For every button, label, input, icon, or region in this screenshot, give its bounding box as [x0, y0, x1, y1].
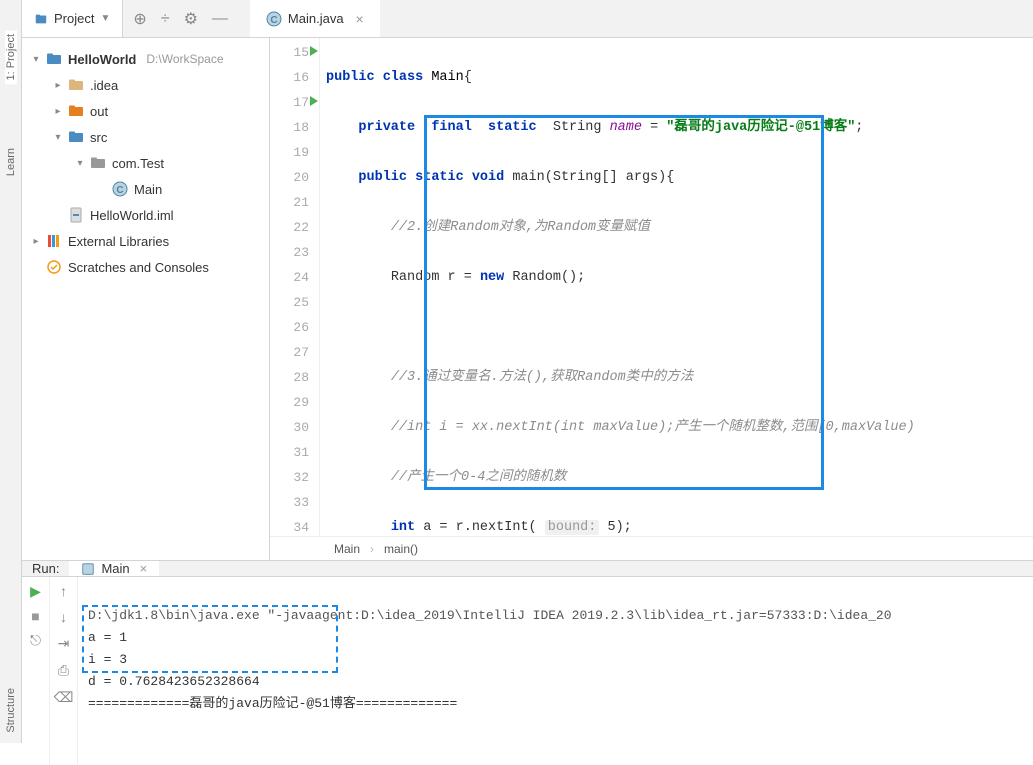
tree-label: .idea	[90, 78, 118, 93]
java-class-icon: C	[266, 11, 282, 27]
console-cmd: D:\jdk1.8\bin\java.exe "-javaagent:D:\id…	[88, 608, 892, 623]
run-label: Run:	[32, 561, 59, 576]
scratch-icon	[46, 259, 62, 275]
breadcrumb: Main › main()	[270, 536, 1033, 560]
project-tree: ▾ HelloWorld D:\WorkSpace ▸ .idea ▸ out …	[22, 38, 270, 560]
package-icon	[90, 155, 106, 171]
gear-icon[interactable]: ⚙	[184, 9, 198, 29]
tree-item-scratches[interactable]: ▸ Scratches and Consoles	[22, 254, 269, 280]
close-icon[interactable]: ×	[140, 561, 148, 576]
console-output[interactable]: D:\jdk1.8\bin\java.exe "-javaagent:D:\id…	[78, 577, 1033, 765]
left-tool-strip: 1: Project Learn	[0, 0, 22, 560]
clear-icon[interactable]: ⌫	[54, 689, 74, 706]
tree-label: out	[90, 104, 108, 119]
svg-text:C: C	[116, 185, 123, 196]
run-gutter-icon[interactable]	[310, 46, 318, 56]
breadcrumb-class[interactable]: Main	[334, 542, 360, 556]
tree-label: HelloWorld.iml	[90, 208, 174, 223]
folder-icon	[68, 129, 84, 145]
exit-icon[interactable]: ⎋	[30, 632, 41, 649]
tree-label: External Libraries	[68, 234, 169, 249]
code-body[interactable]: 15 16 17 18192021 22232425 26272829 3031…	[270, 38, 1033, 536]
editor-tab-label: Main.java	[288, 11, 344, 26]
gutter: 15 16 17 18192021 22232425 26272829 3031…	[270, 38, 320, 536]
chevron-right-icon: ›	[370, 542, 374, 556]
minimize-icon[interactable]: —	[212, 10, 228, 28]
run-tab-label: Main	[101, 561, 129, 576]
folder-icon	[68, 77, 84, 93]
project-panel-header[interactable]: Project ▼	[22, 0, 123, 37]
run-config-icon	[81, 562, 95, 576]
folder-icon	[46, 51, 62, 67]
console-line: d = 0.7628423652328664	[88, 674, 260, 689]
close-icon[interactable]: ×	[356, 11, 364, 27]
up-icon[interactable]: ↑	[60, 583, 67, 599]
tree-label: src	[90, 130, 107, 145]
code-lines[interactable]: public class Main{ private final static …	[320, 38, 1033, 536]
structure-tool-tab[interactable]: Structure	[5, 688, 17, 733]
tree-item-idea[interactable]: ▸ .idea	[22, 72, 269, 98]
tree-item-package[interactable]: ▾ com.Test	[22, 150, 269, 176]
down-icon[interactable]: ↓	[60, 609, 67, 625]
run-tools-primary: ▶ ■ ⎋	[22, 577, 50, 765]
project-icon	[34, 12, 48, 26]
breadcrumb-method[interactable]: main()	[384, 542, 418, 556]
project-tool-tab[interactable]: 1: Project	[5, 30, 17, 84]
run-header: Run: Main ×	[22, 561, 1033, 577]
rerun-icon[interactable]: ▶	[30, 583, 41, 600]
tree-item-out[interactable]: ▸ out	[22, 98, 269, 124]
left-tool-strip-bottom: Structure	[0, 560, 22, 743]
tree-label: Main	[134, 182, 162, 197]
console-line: i = 3	[88, 652, 127, 667]
svg-text:C: C	[270, 15, 277, 26]
tree-label: Scratches and Consoles	[68, 260, 209, 275]
target-icon[interactable]: ⊕	[133, 9, 146, 29]
tree-item-main-class[interactable]: ▸ C Main	[22, 176, 269, 202]
run-tab[interactable]: Main ×	[69, 561, 159, 576]
editor-tab-main[interactable]: C Main.java ×	[250, 0, 380, 37]
tree-label: com.Test	[112, 156, 164, 171]
tree-item-iml[interactable]: ▸ HelloWorld.iml	[22, 202, 269, 228]
dropdown-icon[interactable]: ▼	[100, 13, 110, 24]
print-icon[interactable]: ⎙	[58, 662, 69, 679]
run-gutter-icon[interactable]	[310, 96, 318, 106]
console-line: a = 1	[88, 630, 127, 645]
tree-root[interactable]: ▾ HelloWorld D:\WorkSpace	[22, 46, 269, 72]
tree-item-src[interactable]: ▾ src	[22, 124, 269, 150]
folder-icon	[68, 103, 84, 119]
wrap-icon[interactable]: ⇥	[58, 635, 70, 652]
project-toolbar-icons: ⊕ ÷ ⚙ —	[123, 9, 238, 29]
library-icon	[46, 233, 62, 249]
stop-icon[interactable]: ■	[31, 608, 39, 624]
divide-icon[interactable]: ÷	[161, 10, 170, 28]
java-class-icon: C	[112, 181, 128, 197]
learn-tool-tab[interactable]: Learn	[5, 144, 17, 180]
tree-item-external-libs[interactable]: ▸ External Libraries	[22, 228, 269, 254]
top-toolbar: Project ▼ ⊕ ÷ ⚙ — C Main.java ×	[22, 0, 1033, 38]
tree-root-path: D:\WorkSpace	[146, 52, 223, 66]
run-tools-secondary: ↑ ↓ ⇥ ⎙ ⌫	[50, 577, 78, 765]
editor-area: 15 16 17 18192021 22232425 26272829 3031…	[270, 38, 1033, 560]
run-panel: Run: Main × ▶ ■ ⎋ ↑ ↓ ⇥ ⎙ ⌫ D:\jdk1.8\bi…	[22, 560, 1033, 743]
file-icon	[68, 207, 84, 223]
project-panel-title: Project	[54, 11, 94, 26]
tree-root-name: HelloWorld	[68, 52, 136, 67]
console-line: =============磊哥的java历险记-@51博客===========…	[88, 696, 457, 711]
